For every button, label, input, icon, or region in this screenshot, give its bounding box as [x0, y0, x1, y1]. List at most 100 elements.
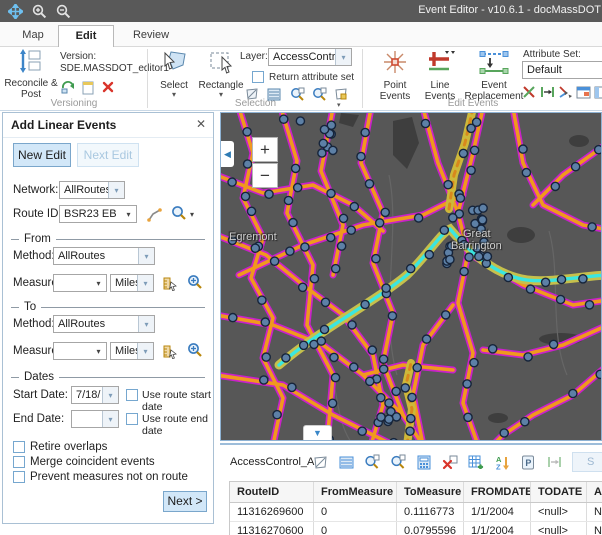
- reconcile-post-button[interactable]: Reconcile & Post: [4, 49, 58, 100]
- to-measure-combo[interactable]: ▾: [53, 342, 107, 360]
- rectangle-tool-icon: [196, 49, 246, 78]
- from-zoom-icon[interactable]: [187, 274, 203, 290]
- identify-icon[interactable]: P: [520, 454, 536, 470]
- close-icon[interactable]: ✕: [196, 117, 206, 131]
- delete-version-icon[interactable]: [100, 79, 116, 95]
- layer-label: Layer:: [240, 51, 268, 63]
- version-label: Version:: [60, 51, 96, 62]
- merge-coincident-checkbox[interactable]: [13, 456, 25, 468]
- to-zoom-icon[interactable]: [187, 342, 203, 358]
- zoom-to-selected-icon[interactable]: [364, 454, 380, 470]
- merge-events-icon[interactable]: [557, 84, 573, 100]
- start-date-label: Start Date:: [13, 389, 68, 401]
- to-measure-on-map-icon[interactable]: [161, 343, 177, 359]
- add-linear-events-panel: Add Linear Events ✕ New Edit Next Edit N…: [2, 112, 214, 524]
- to-section-divider: To: [11, 301, 205, 313]
- column-header-routeid[interactable]: RouteID: [230, 482, 314, 502]
- pan-icon[interactable]: [6, 3, 24, 19]
- events-table-panel-icon[interactable]: [593, 84, 602, 100]
- chevron-down-icon[interactable]: ▾: [335, 49, 351, 65]
- map-view[interactable]: Egremont Great Barrington ◀ + − ▼: [220, 112, 602, 441]
- title-bar: Event Editor - v10.6.1 - docMassDOT: [0, 0, 602, 22]
- column-header-clipped[interactable]: AC: [587, 482, 602, 502]
- select-features-icon[interactable]: [312, 454, 328, 470]
- use-route-start-date-checkbox[interactable]: [126, 389, 138, 401]
- collapse-panel-arrow[interactable]: ◀: [221, 141, 234, 167]
- chevron-down-icon[interactable]: ▾: [91, 343, 106, 359]
- map-canvas[interactable]: [221, 113, 602, 441]
- map-zoom-out-button[interactable]: −: [252, 163, 278, 188]
- show-selected-records-icon[interactable]: [338, 454, 354, 470]
- route-id-dropdown[interactable]: BSR23 EB ▾: [59, 205, 137, 223]
- compare-versions-icon[interactable]: [60, 79, 76, 95]
- selection-group-label: Selection: [148, 98, 363, 109]
- rectangle-button[interactable]: Rectangle ▾: [196, 49, 246, 98]
- chevron-down-icon[interactable]: ▾: [137, 275, 153, 291]
- network-dropdown[interactable]: AllRoutes ▾: [59, 181, 125, 199]
- field-calculator-icon[interactable]: [416, 454, 432, 470]
- return-attribute-set-checkbox[interactable]: [252, 71, 264, 83]
- point-events-button[interactable]: Point Events: [373, 49, 417, 102]
- sort-icon[interactable]: AZ: [494, 454, 510, 470]
- chevron-down-icon[interactable]: ▾: [91, 275, 106, 291]
- rectangle-dropdown-arrow[interactable]: ▾: [196, 91, 246, 98]
- chevron-down-icon[interactable]: ▾: [137, 343, 153, 359]
- start-date-picker[interactable]: 7/18/ ▾: [71, 386, 119, 404]
- tab-edit[interactable]: Edit: [58, 25, 114, 47]
- retire-overlaps-checkbox[interactable]: [13, 441, 25, 453]
- select-button[interactable]: Select ▾: [154, 49, 194, 98]
- line-events-button[interactable]: Line Events: [419, 49, 461, 102]
- table-row[interactable]: 11316269600 0 0.1116773 1/1/2004 <null> …: [230, 503, 602, 522]
- prevent-measures-checkbox[interactable]: [13, 471, 25, 483]
- tab-review[interactable]: Review: [127, 25, 175, 46]
- tab-map[interactable]: Map: [10, 25, 56, 46]
- chevron-down-icon[interactable]: ▾: [102, 387, 118, 403]
- new-edit-button[interactable]: New Edit: [13, 143, 71, 167]
- next-button[interactable]: Next >: [163, 491, 207, 512]
- new-version-icon[interactable]: [80, 79, 96, 95]
- use-route-end-date-checkbox[interactable]: [126, 413, 138, 425]
- zoom-to-route-dropdown-arrow[interactable]: ▾: [190, 210, 194, 219]
- add-records-icon[interactable]: [468, 454, 484, 470]
- from-measure-on-map-icon[interactable]: [161, 275, 177, 291]
- from-method-dropdown[interactable]: AllRoutes ▾: [53, 247, 155, 265]
- clear-selection-icon[interactable]: [442, 454, 458, 470]
- map-zoom-in-button[interactable]: +: [252, 137, 278, 162]
- table-toolbar: AccessControl_A AZ: [220, 445, 602, 479]
- chevron-down-icon[interactable]: ▾: [121, 206, 136, 222]
- column-header-fromdate[interactable]: FROMDATE: [464, 482, 531, 502]
- attribute-set-value: Default: [523, 64, 602, 76]
- column-header-tomeasure[interactable]: ToMeasure: [397, 482, 464, 502]
- event-attributes-panel-icon[interactable]: [575, 84, 591, 100]
- cell-clipped: N: [587, 522, 602, 535]
- select-dropdown-arrow[interactable]: ▾: [154, 91, 194, 98]
- table-row[interactable]: 11316270600 0 0.0795596 1/1/2004 <null> …: [230, 522, 602, 535]
- chevron-down-icon[interactable]: ▾: [108, 182, 124, 198]
- chevron-down-icon[interactable]: ▾: [138, 248, 154, 264]
- chevron-down-icon[interactable]: ▾: [102, 411, 118, 427]
- select-route-on-map-icon[interactable]: [146, 206, 162, 222]
- cell-routeid: 11316270600: [230, 522, 314, 535]
- from-legend: From: [24, 233, 51, 245]
- layer-value: AccessControl_A: [269, 51, 335, 63]
- zoom-in-icon[interactable]: [30, 3, 48, 19]
- attribute-set-dropdown[interactable]: Default: [522, 61, 602, 79]
- event-replacement-button[interactable]: Event Replacement: [463, 49, 525, 102]
- pan-to-selected-icon[interactable]: [390, 454, 406, 470]
- zoom-to-route-icon[interactable]: [171, 205, 187, 221]
- to-method-dropdown[interactable]: AllRoutes ▾: [53, 315, 155, 333]
- end-date-picker[interactable]: ▾: [71, 410, 119, 428]
- next-edit-button: Next Edit: [77, 143, 139, 167]
- column-header-todate[interactable]: TODATE: [531, 482, 587, 502]
- chevron-down-icon[interactable]: ▾: [138, 316, 154, 332]
- group-selection: Select ▾ Rectangle ▾ Layer: AccessContro…: [148, 47, 363, 110]
- to-units-dropdown[interactable]: Miles ▾: [110, 342, 154, 360]
- collapse-table-arrow[interactable]: ▼: [303, 425, 332, 440]
- column-header-frommeasure[interactable]: FromMeasure: [314, 482, 397, 502]
- zoom-out-icon[interactable]: [54, 3, 72, 19]
- to-method-value: AllRoutes: [54, 318, 138, 330]
- layer-dropdown[interactable]: AccessControl_A ▾: [268, 48, 352, 66]
- from-measure-combo[interactable]: ▾: [53, 274, 107, 292]
- attribute-table-panel: AccessControl_A AZ: [220, 443, 602, 535]
- from-units-dropdown[interactable]: Miles ▾: [110, 274, 154, 292]
